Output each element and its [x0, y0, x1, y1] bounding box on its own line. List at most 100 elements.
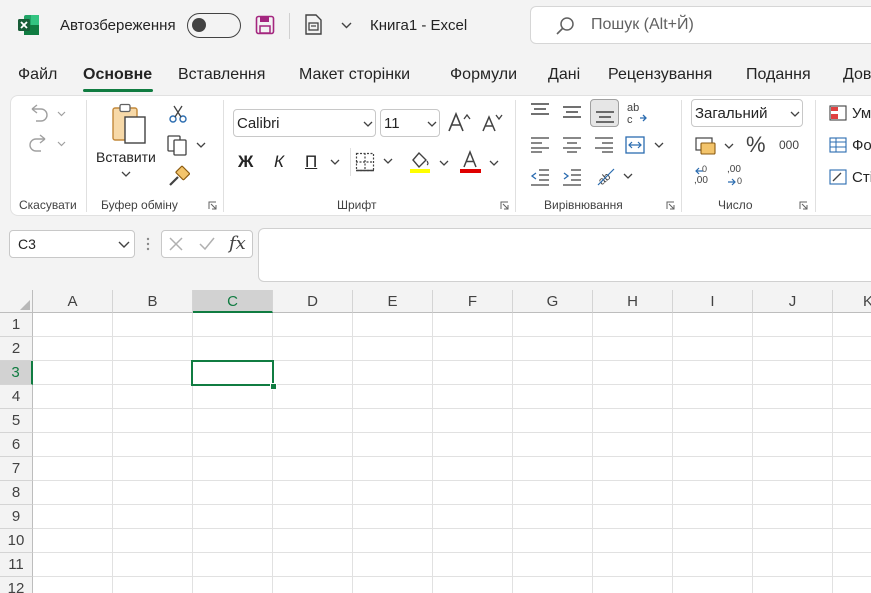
row-header-4[interactable]: 4 [0, 385, 33, 409]
copy-icon[interactable] [166, 134, 210, 156]
row-header-12[interactable]: 12 [0, 577, 33, 593]
decrease-indent-icon[interactable] [530, 168, 550, 186]
tab-review[interactable]: Рецензування [608, 66, 712, 84]
column-header-f[interactable]: F [433, 290, 513, 313]
underline-button[interactable]: П [305, 152, 317, 172]
select-all-corner[interactable] [0, 290, 33, 313]
formula-input[interactable] [258, 228, 871, 282]
undo-icon[interactable] [28, 103, 68, 123]
tab-page-layout[interactable]: Макет сторінки [299, 66, 410, 84]
format-painter-icon[interactable] [168, 165, 190, 187]
column-header-a[interactable]: A [33, 290, 113, 313]
bold-button[interactable]: Ж [238, 152, 253, 172]
tab-home[interactable]: Основне [83, 66, 152, 84]
confirm-entry-icon[interactable] [198, 236, 216, 252]
column-header-j[interactable]: J [753, 290, 833, 313]
orientation-icon[interactable]: ab [596, 165, 636, 187]
align-left-icon[interactable] [530, 137, 550, 153]
row-header-8[interactable]: 8 [0, 481, 33, 505]
underline-dropdown-icon[interactable] [330, 159, 340, 166]
cell-styles-label[interactable]: Сті [852, 169, 871, 186]
tab-file[interactable]: Файл [18, 66, 57, 84]
print-preview-icon[interactable] [304, 14, 324, 36]
row-header-5[interactable]: 5 [0, 409, 33, 433]
borders-icon[interactable] [355, 152, 395, 172]
percent-style-button[interactable]: % [746, 132, 766, 158]
column-header-k[interactable]: K [833, 290, 871, 313]
conditional-formatting-label[interactable]: Ум [852, 105, 871, 122]
decrease-font-size-icon[interactable] [481, 111, 503, 133]
column-header-i[interactable]: I [673, 290, 753, 313]
number-format-value: Загальний [695, 105, 768, 122]
redo-icon[interactable] [28, 133, 68, 153]
group-label-undo: Скасувати [19, 198, 77, 212]
grid-line [33, 408, 871, 409]
search-placeholder: Пошук (Alt+Й) [591, 16, 694, 33]
number-launcher-icon[interactable] [799, 201, 808, 210]
autosave-toggle[interactable] [187, 13, 241, 38]
tab-view[interactable]: Подання [746, 66, 811, 84]
font-color-icon[interactable] [459, 150, 501, 174]
fill-handle[interactable] [270, 383, 277, 390]
excel-logo-icon [18, 15, 39, 35]
selected-cell-c3[interactable] [191, 360, 274, 386]
customize-toolbar-icon[interactable] [341, 22, 352, 29]
insert-function-button[interactable]: fx [229, 233, 246, 254]
row-header-9[interactable]: 9 [0, 505, 33, 529]
row-header-10[interactable]: 10 [0, 529, 33, 553]
align-middle-icon[interactable] [562, 104, 582, 120]
alignment-launcher-icon[interactable] [666, 201, 675, 210]
spreadsheet-grid[interactable]: A B C D E F G H I J K 1 2 3 4 5 6 7 8 9 … [0, 290, 871, 593]
row-header-1[interactable]: 1 [0, 313, 33, 337]
increase-font-size-icon[interactable] [447, 111, 471, 133]
formula-bar-resize-handle[interactable] [145, 236, 151, 252]
row-header-2[interactable]: 2 [0, 337, 33, 361]
column-header-e[interactable]: E [353, 290, 433, 313]
cut-icon[interactable] [168, 104, 188, 124]
increase-indent-icon[interactable] [562, 168, 582, 186]
align-right-icon[interactable] [594, 137, 614, 153]
align-top-icon[interactable] [530, 103, 550, 119]
tab-formulas[interactable]: Формули [450, 66, 517, 84]
tab-data[interactable]: Дані [548, 66, 580, 84]
row-header-7[interactable]: 7 [0, 457, 33, 481]
font-size-select[interactable]: 11 [380, 109, 440, 137]
tab-insert[interactable]: Вставлення [178, 66, 265, 84]
paste-icon[interactable] [110, 103, 148, 145]
name-box[interactable]: C3 [9, 230, 135, 258]
format-as-table-label[interactable]: Фо [852, 137, 871, 154]
comma-style-button[interactable]: 000 [779, 138, 799, 152]
row-header-3[interactable]: 3 [0, 361, 33, 385]
paste-button-label[interactable]: Вставити [96, 149, 156, 165]
merge-center-icon[interactable] [625, 135, 665, 155]
cancel-entry-icon[interactable] [168, 236, 184, 252]
align-center-icon[interactable] [562, 137, 582, 153]
column-header-d[interactable]: D [273, 290, 353, 313]
column-header-h[interactable]: H [593, 290, 673, 313]
clipboard-launcher-icon[interactable] [208, 201, 217, 210]
search-box[interactable]: Пошук (Alt+Й) [530, 6, 871, 44]
row-header-6[interactable]: 6 [0, 433, 33, 457]
column-header-g[interactable]: G [513, 290, 593, 313]
increase-decimal-button[interactable]: 0 ,00 [694, 164, 718, 189]
number-format-select[interactable]: Загальний [691, 99, 803, 127]
title-separator [289, 13, 290, 39]
tab-help[interactable]: Дов [843, 66, 871, 84]
font-launcher-icon[interactable] [500, 201, 509, 210]
italic-button[interactable]: К [274, 152, 284, 172]
fill-color-icon[interactable] [408, 150, 450, 174]
grid-line [33, 504, 871, 505]
row-header-11[interactable]: 11 [0, 553, 33, 577]
accounting-format-icon[interactable] [694, 135, 738, 157]
cell-styles-icon[interactable] [829, 169, 847, 185]
conditional-formatting-icon[interactable] [829, 105, 847, 121]
format-as-table-icon[interactable] [829, 137, 847, 153]
wrap-text-icon[interactable]: ab c [626, 101, 648, 125]
decrease-decimal-button[interactable]: ,00 0 [727, 164, 751, 189]
paste-dropdown-icon[interactable] [121, 171, 131, 178]
column-header-c[interactable]: C [193, 290, 273, 313]
save-icon[interactable] [255, 15, 275, 35]
column-header-b[interactable]: B [113, 290, 193, 313]
font-name-select[interactable]: Calibri [233, 109, 376, 137]
align-bottom-button[interactable] [590, 99, 619, 127]
